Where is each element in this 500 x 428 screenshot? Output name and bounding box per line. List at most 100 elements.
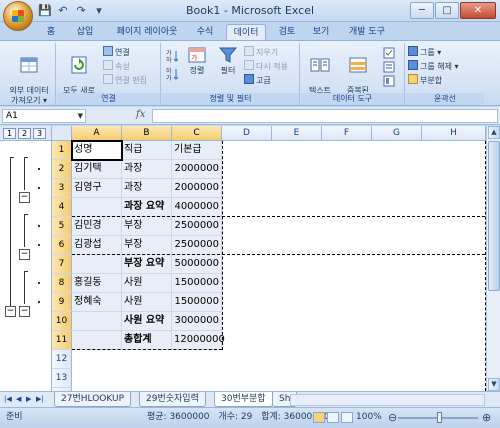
properties-button[interactable]: 속성 xyxy=(103,60,130,72)
tab-developer[interactable]: 개발 도구 xyxy=(342,24,392,40)
name-box-dropdown-icon[interactable]: ▼ xyxy=(78,110,83,122)
cell-b7[interactable]: 부장 요약 xyxy=(122,255,172,274)
cell-b6[interactable]: 부장 xyxy=(122,236,172,255)
cell-c6[interactable]: 2500000 xyxy=(172,236,222,255)
collapse-level1-button[interactable]: − xyxy=(5,306,16,317)
horizontal-scrollbar[interactable] xyxy=(290,394,485,406)
sort-button[interactable]: 가 정렬 xyxy=(182,45,212,76)
cell-b5[interactable]: 부장 xyxy=(122,217,172,236)
sort-ascending-icon[interactable]: 가 하 xyxy=(166,49,180,63)
row-header[interactable]: 3 xyxy=(52,179,72,198)
ungroup-button[interactable]: 그룹 해제 ▾ xyxy=(408,60,459,72)
collapse-group-button[interactable]: − xyxy=(19,249,30,260)
cell-a11[interactable] xyxy=(72,331,122,350)
office-button[interactable] xyxy=(3,1,33,31)
row-header[interactable]: 7 xyxy=(52,255,72,274)
cell-b2[interactable]: 과장 xyxy=(122,160,172,179)
cell-c8[interactable]: 1500000 xyxy=(172,274,222,293)
name-box[interactable]: A1 ▼ xyxy=(2,109,86,123)
worksheet-grid[interactable]: A B C D E F G H 1 2 3 4 5 6 7 8 9 10 11 … xyxy=(52,126,500,391)
outline-level-1-button[interactable]: 1 xyxy=(3,128,16,139)
row-header[interactable]: 10 xyxy=(52,312,72,331)
subtotal-button[interactable]: 부분합 xyxy=(408,74,442,86)
cell-a8[interactable]: 홍길동 xyxy=(72,274,122,293)
cell-a3[interactable]: 김영구 xyxy=(72,179,122,198)
column-header[interactable]: B xyxy=(122,126,172,141)
sheet-tab[interactable]: 29번숫자입력 xyxy=(139,392,206,407)
column-header[interactable]: E xyxy=(272,126,322,141)
what-if-analysis-icon[interactable] xyxy=(383,75,397,87)
column-header[interactable]: G xyxy=(372,126,422,141)
zoom-in-icon[interactable]: ⊕ xyxy=(482,408,491,427)
cell-b8[interactable]: 사원 xyxy=(122,274,172,293)
column-header[interactable]: F xyxy=(322,126,372,141)
formula-input[interactable] xyxy=(152,109,498,123)
row-header[interactable]: 1 xyxy=(52,141,72,160)
clear-filter-button[interactable]: 지우기 xyxy=(244,46,278,58)
close-button[interactable]: ✕ xyxy=(460,2,496,19)
cell-b11[interactable]: 총합계 xyxy=(122,331,172,350)
outline-level-3-button[interactable]: 3 xyxy=(33,128,46,139)
tab-view[interactable]: 보기 xyxy=(308,24,334,40)
row-header[interactable]: 13 xyxy=(52,369,72,388)
advanced-filter-button[interactable]: 고급 xyxy=(244,74,271,86)
scroll-up-icon[interactable]: ▲ xyxy=(488,126,500,139)
zoom-level[interactable]: 100% xyxy=(356,408,382,427)
column-header[interactable]: D xyxy=(222,126,272,141)
row-header[interactable]: 6 xyxy=(52,236,72,255)
vertical-scroll-thumb[interactable] xyxy=(488,141,500,291)
consolidate-icon[interactable] xyxy=(383,61,397,73)
cell-c3[interactable]: 2000000 xyxy=(172,179,222,198)
sort-descending-icon[interactable]: 하 가 xyxy=(166,67,180,81)
cell-c10[interactable]: 3000000 xyxy=(172,312,222,331)
filter-button[interactable]: 필터 xyxy=(214,45,242,76)
connections-button[interactable]: 연결 xyxy=(103,46,130,58)
first-sheet-icon[interactable]: |◀ xyxy=(4,395,12,403)
column-header[interactable]: A xyxy=(72,126,122,141)
cell-b4[interactable]: 과장 요약 xyxy=(122,198,172,217)
column-header[interactable]: C xyxy=(172,126,222,141)
insert-function-icon[interactable]: fx xyxy=(136,109,145,120)
page-layout-view-icon[interactable] xyxy=(327,412,339,423)
tab-insert[interactable]: 삽입 xyxy=(72,24,98,40)
last-sheet-icon[interactable]: ▶| xyxy=(36,395,44,403)
tab-review[interactable]: 검토 xyxy=(274,24,300,40)
tab-data[interactable]: 데이터 xyxy=(226,24,266,40)
select-all-button[interactable] xyxy=(52,126,72,141)
get-external-data-button[interactable]: 외부 데이터 가져오기 ▾ xyxy=(4,45,54,106)
sheet-tab[interactable]: 27번HLOOKUP xyxy=(54,392,132,407)
cell-c5[interactable]: 2500000 xyxy=(172,217,222,236)
vertical-scrollbar[interactable]: ▲ ▼ xyxy=(486,126,500,391)
scroll-down-icon[interactable]: ▼ xyxy=(488,378,500,391)
row-header[interactable]: 5 xyxy=(52,217,72,236)
cell-a9[interactable]: 정혜숙 xyxy=(72,293,122,312)
cell-c1[interactable]: 기본급 xyxy=(172,141,222,160)
group-button[interactable]: 그룹 ▾ xyxy=(408,46,441,58)
prev-sheet-icon[interactable]: ◀ xyxy=(16,395,21,403)
collapse-group-button[interactable]: − xyxy=(19,306,30,317)
zoom-slider-knob[interactable] xyxy=(437,412,442,423)
tab-formulas[interactable]: 수식 xyxy=(192,24,218,40)
tab-page-layout[interactable]: 페이지 레이아웃 xyxy=(108,24,186,40)
cell-c2[interactable]: 2000000 xyxy=(172,160,222,179)
maximize-button[interactable]: □ xyxy=(435,2,459,19)
normal-view-icon[interactable] xyxy=(313,412,325,423)
page-break-preview-icon[interactable] xyxy=(341,412,353,423)
cell-c7[interactable]: 5000000 xyxy=(172,255,222,274)
cell-b9[interactable]: 사원 xyxy=(122,293,172,312)
edit-links-button[interactable]: 연결 편집 xyxy=(103,74,147,86)
row-header[interactable]: 9 xyxy=(52,293,72,312)
row-header[interactable]: 11 xyxy=(52,331,72,350)
cell-c9[interactable]: 1500000 xyxy=(172,293,222,312)
row-header[interactable]: 12 xyxy=(52,350,72,369)
cell-a5[interactable]: 김민경 xyxy=(72,217,122,236)
data-validation-icon[interactable] xyxy=(383,47,397,59)
tab-home[interactable]: 홈 xyxy=(38,24,64,40)
collapse-group-button[interactable]: − xyxy=(19,192,30,203)
cell-c4[interactable]: 4000000 xyxy=(172,198,222,217)
column-header[interactable]: H xyxy=(422,126,486,141)
cell-b10[interactable]: 사원 요약 xyxy=(122,312,172,331)
cell-a6[interactable]: 김광섭 xyxy=(72,236,122,255)
cell-a4[interactable] xyxy=(72,198,122,217)
zoom-out-icon[interactable]: ⊖ xyxy=(388,408,397,427)
